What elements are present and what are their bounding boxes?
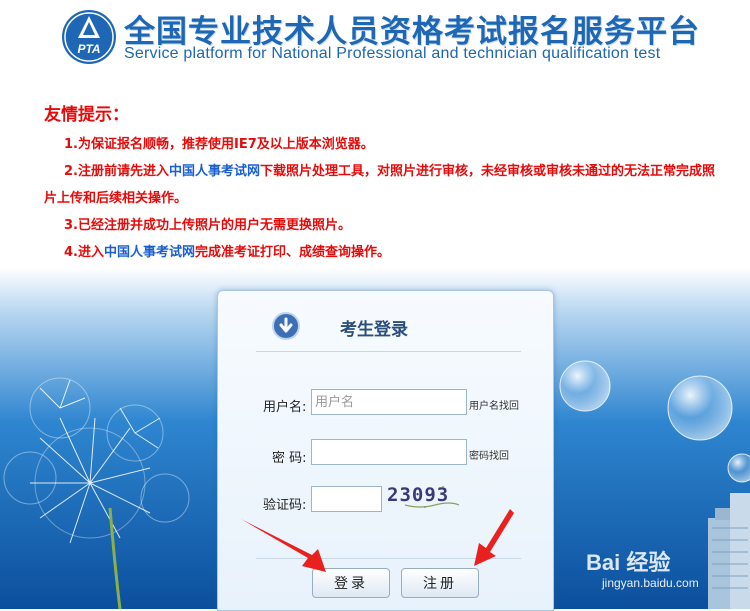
captcha-image[interactable]: 23093 xyxy=(385,481,463,511)
notice-text: 完成准考证打印、成绩查询操作。 xyxy=(195,245,391,260)
notice-text: 2.注册前请先进入 xyxy=(64,164,169,179)
baidu-watermark: Bai 经验 xyxy=(586,550,671,575)
red-arrow-icon xyxy=(241,519,326,572)
baidu-watermark-url: jingyan.baidu.com xyxy=(602,576,699,590)
bubble-icon xyxy=(667,375,733,441)
bubble-icon xyxy=(559,360,611,412)
password-label: 密 码: xyxy=(272,451,307,466)
register-button[interactable]: 注册 xyxy=(401,568,479,598)
password-input[interactable] xyxy=(311,439,467,465)
notice-section: 友情提示： 1.为保证报名顺畅，推荐使用IE7及以上版本浏览器。 2.注册前请先… xyxy=(44,100,724,266)
site-header: PTA 全国专业技术人员资格考试报名服务平台 Service platform … xyxy=(0,0,750,88)
notice-line-1: 1.为保证报名顺畅，推荐使用IE7及以上版本浏览器。 xyxy=(64,137,374,152)
password-recover-link[interactable]: 密码找回 xyxy=(469,447,509,462)
divider xyxy=(256,351,521,352)
cpta-link[interactable]: 中国人事考试网 xyxy=(169,164,260,179)
username-recover-link[interactable]: 用户名找回 xyxy=(469,397,519,412)
arrow-down-circle-icon xyxy=(272,312,300,340)
username-input[interactable] xyxy=(311,389,467,415)
logo-text: PTA xyxy=(77,42,100,56)
notice-line-4: 4.进入中国人事考试网完成准考证打印、成绩查询操作。 xyxy=(44,239,724,266)
notice-line-2: 2.注册前请先进入中国人事考试网下载照片处理工具，对照片进行审核，未经审核或审核… xyxy=(44,158,724,212)
notice-title: 友情提示： xyxy=(44,105,129,125)
pta-logo-icon: PTA xyxy=(62,10,116,64)
login-title: 考生登录 xyxy=(340,320,408,340)
username-label: 用户名: xyxy=(263,400,307,415)
notice-text: 4.进入 xyxy=(64,245,104,260)
notice-line-3: 3.已经注册并成功上传照片的用户无需更换照片。 xyxy=(64,218,351,233)
red-arrow-icon xyxy=(474,509,514,566)
captcha-label: 验证码: xyxy=(263,498,307,513)
captcha-text: 23093 xyxy=(387,484,449,506)
cpta-link[interactable]: 中国人事考试网 xyxy=(104,245,195,260)
captcha-input[interactable] xyxy=(311,486,382,512)
site-subtitle: Service platform for National Profession… xyxy=(124,45,661,62)
